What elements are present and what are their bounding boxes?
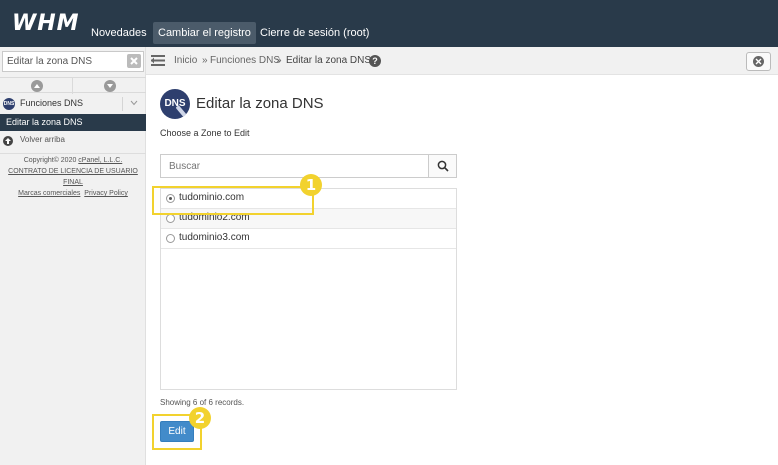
license-link[interactable]: CONTRATO DE LICENCIA DE USUARIO FINAL: [0, 166, 146, 188]
sidebar-item-edit-dns-zone[interactable]: Editar la zona DNS: [0, 114, 146, 131]
back-to-top-link[interactable]: Volver arriba: [0, 133, 146, 149]
dns-logo-icon: DNS: [160, 89, 190, 119]
breadcrumb-home[interactable]: Inicio: [174, 55, 197, 66]
breadcrumb-separator: »: [276, 55, 282, 66]
sidebar-search: [2, 51, 144, 72]
sidebar-footer: Copyright© 2020 cPanel, L.L.C. CONTRATO …: [0, 153, 146, 199]
nav-logout[interactable]: Cierre de sesión (root): [255, 22, 374, 44]
footer-links: Marcas comerciales Privacy Policy: [0, 188, 146, 199]
sidebar-scroll-controls: [0, 77, 146, 94]
zone-search-input[interactable]: [161, 155, 429, 177]
search-icon: [437, 160, 449, 172]
divider: [72, 78, 73, 94]
menu-icon[interactable]: [151, 55, 165, 66]
chevron-up-icon: [34, 84, 40, 88]
whm-logo[interactable]: WHM: [12, 11, 80, 36]
sidebar-category-label: Funciones DNS: [20, 98, 84, 108]
sidebar: DNS Funciones DNS Editar la zona DNS Vol…: [0, 47, 146, 465]
page-title: Editar la zona DNS: [196, 95, 324, 112]
zone-radio[interactable]: [166, 234, 175, 243]
page-subtitle: Choose a Zone to Edit: [160, 128, 250, 138]
records-count: Showing 6 of 6 records.: [160, 398, 245, 407]
search-button[interactable]: [428, 155, 456, 177]
nav-novedades[interactable]: Novedades: [86, 22, 152, 44]
breadcrumb-separator: »: [202, 55, 208, 66]
zone-row[interactable]: tudominio3.com: [161, 229, 456, 249]
close-icon: [753, 56, 764, 67]
clear-search-button[interactable]: [127, 54, 141, 68]
help-icon[interactable]: ?: [369, 55, 381, 67]
breadcrumb: Inicio » Funciones DNS » Editar la zona …: [146, 47, 778, 75]
close-icon: [130, 57, 138, 65]
arrow-up-icon: [3, 136, 13, 146]
chevron-down-icon[interactable]: [130, 100, 138, 106]
back-to-top-label: Volver arriba: [20, 135, 65, 144]
nav-change-log[interactable]: Cambiar el registro: [153, 22, 256, 44]
scroll-down-button[interactable]: [104, 80, 116, 92]
sidebar-category-dns[interactable]: DNS Funciones DNS: [0, 94, 146, 114]
trademarks-link[interactable]: Marcas comerciales: [18, 190, 80, 197]
annotation-highlight-zone: [152, 186, 314, 215]
annotation-badge-1: 1: [300, 174, 322, 196]
breadcrumb-section[interactable]: Funciones DNS: [210, 55, 280, 66]
scroll-up-button[interactable]: [31, 80, 43, 92]
breadcrumb-current: Editar la zona DNS: [286, 55, 372, 66]
privacy-link[interactable]: Privacy Policy: [84, 190, 128, 197]
chevron-down-icon: [107, 84, 113, 88]
copyright: Copyright© 2020 cPanel, L.L.C.: [23, 157, 123, 164]
divider: [122, 97, 123, 111]
close-page-button[interactable]: [746, 52, 771, 71]
cpanel-link[interactable]: cPanel, L.L.C.: [78, 157, 122, 164]
zone-radio[interactable]: [166, 214, 175, 223]
dns-icon: DNS: [3, 98, 15, 110]
sidebar-search-input[interactable]: [3, 52, 123, 71]
zone-name: tudominio3.com: [179, 232, 250, 243]
annotation-badge-2: 2: [189, 407, 211, 429]
top-bar: WHM Novedades Cambiar el registro Cierre…: [0, 0, 778, 47]
zone-list: tudominio.com tudominio2.com tudominio3.…: [160, 188, 457, 390]
